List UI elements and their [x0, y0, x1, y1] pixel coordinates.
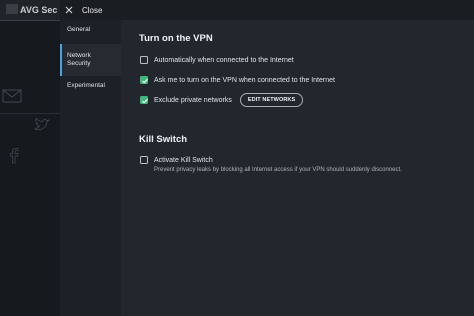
settings-top-bar: Close	[60, 0, 474, 20]
sidebar-item-label: Network	[67, 52, 91, 59]
sidebar-item-experimental[interactable]: Experimental	[60, 82, 121, 96]
ask-me-checkbox[interactable]	[140, 76, 148, 84]
settings-sidebar: General Network Security Experimental	[60, 20, 121, 316]
auto-connect-label: Automatically when connected to the Inte…	[154, 56, 294, 64]
close-label: Close	[82, 5, 103, 15]
facebook-icon	[10, 148, 19, 164]
twitter-icon	[34, 118, 50, 131]
sidebar-item-label: Security	[67, 60, 91, 67]
background-app-window: AVG Sec	[0, 0, 60, 316]
edit-networks-button[interactable]: EDIT NETWORKS	[239, 93, 304, 107]
settings-panel: Close General Network Security Experimen…	[60, 0, 474, 316]
background-app-logo: AVG Sec	[6, 4, 57, 15]
network-security-content: Turn on the VPN Automatically when conne…	[121, 20, 474, 316]
avg-logo-icon	[6, 4, 18, 14]
kill-switch-section-title: Kill Switch	[139, 134, 188, 145]
kill-switch-description: Prevent privacy leaks by blocking all In…	[154, 167, 402, 173]
sidebar-item-label: Experimental	[67, 82, 105, 89]
checkmark-icon	[142, 78, 148, 84]
background-title-bar: AVG Sec	[0, 0, 60, 20]
checkmark-icon	[142, 98, 148, 104]
vpn-option-exclude-private[interactable]: Exclude private networks EDIT NETWORKS	[140, 93, 304, 107]
close-icon[interactable]	[64, 5, 74, 15]
background-divider	[0, 20, 60, 21]
exclude-private-checkbox[interactable]	[140, 96, 148, 104]
auto-connect-checkbox[interactable]	[140, 56, 148, 64]
kill-switch-checkbox[interactable]	[140, 156, 148, 164]
sidebar-item-network-security[interactable]: Network Security	[60, 44, 121, 76]
background-app-name: AVG Sec	[20, 5, 58, 15]
ask-me-label: Ask me to turn on the VPN when connected…	[154, 76, 335, 84]
vpn-option-auto-connect[interactable]: Automatically when connected to the Inte…	[140, 55, 294, 65]
mail-icon	[2, 89, 22, 103]
sidebar-item-general[interactable]: General	[60, 26, 121, 40]
kill-switch-label: Activate Kill Switch	[154, 156, 213, 164]
exclude-private-label: Exclude private networks	[154, 96, 232, 104]
background-divider	[0, 113, 60, 114]
vpn-option-ask-me[interactable]: Ask me to turn on the VPN when connected…	[140, 75, 335, 85]
kill-switch-option[interactable]: Activate Kill Switch	[140, 155, 213, 165]
vpn-section-title: Turn on the VPN	[139, 33, 213, 44]
sidebar-item-label: General	[67, 26, 91, 33]
close-button[interactable]: Close	[64, 3, 102, 17]
